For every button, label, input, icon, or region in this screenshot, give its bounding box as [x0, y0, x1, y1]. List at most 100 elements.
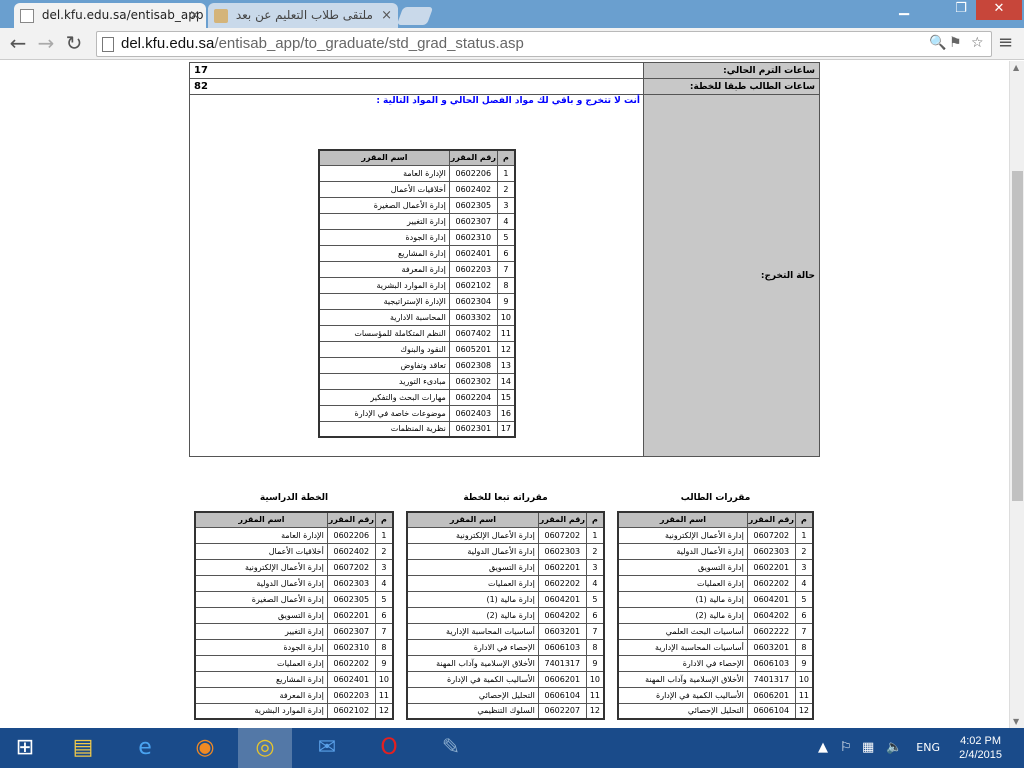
close-window-button[interactable]: ✕: [976, 0, 1022, 20]
row-number: 5: [496, 228, 516, 246]
bookmark-star-icon[interactable]: ☆: [971, 35, 984, 51]
course-code: 0602301: [448, 420, 498, 438]
course-name: إدارة الأعمال الإلكترونية: [194, 558, 328, 576]
address-bar[interactable]: del.kfu.edu.sa/entisab_app/to_graduate/s…: [96, 31, 992, 57]
course-name: الأساليب الكمية في الإدارة: [617, 686, 748, 704]
row-number: 9: [496, 292, 516, 310]
tab-active[interactable]: del.kfu.edu.sa/entisab_app ×: [14, 3, 206, 28]
course-name: أساسيات المحاسبة الإدارية: [617, 638, 748, 656]
action-center-icon[interactable]: ⚐: [840, 740, 852, 755]
row-number: 4: [374, 574, 394, 592]
internet-explorer-icon[interactable]: e: [118, 728, 172, 768]
firefox-icon[interactable]: ◉: [178, 728, 232, 768]
row-number: 14: [496, 372, 516, 390]
row-number: 7: [585, 622, 605, 640]
table-row: 11 0602203 إدارة المعرفة: [194, 686, 394, 704]
new-tab-button[interactable]: [396, 7, 434, 25]
course-code: 0604202: [746, 606, 796, 624]
course-name: أساسيات المحاسبة الإدارية: [406, 622, 539, 640]
page-icon: [20, 8, 34, 23]
table-row: 10 0602401 إدارة المشاريع: [194, 670, 394, 688]
course-name: إدارة المعرفة: [194, 686, 328, 704]
network-icon[interactable]: ▦: [862, 740, 874, 755]
table-row: 5 0604201 إدارة مالية (1): [617, 590, 814, 608]
opera-icon[interactable]: O: [362, 728, 416, 768]
file-explorer-icon[interactable]: ▤: [56, 728, 110, 768]
table-row: 7 0602203 إدارة المعرفة: [318, 260, 516, 278]
outlook-icon[interactable]: ✉: [300, 728, 354, 768]
restore-button[interactable]: ❐: [947, 0, 975, 20]
course-name: التحليل الإحصائي: [406, 686, 539, 704]
course-code: 0602204: [448, 388, 498, 406]
course-code: 0602402: [448, 180, 498, 198]
row-number: 2: [794, 542, 814, 560]
course-name: إدارة العمليات: [406, 574, 539, 592]
table-row: 9 0602304 الإدارة الإستراتيجية: [318, 292, 516, 310]
course-name: إدارة المشاريع: [318, 244, 450, 262]
course-code: 0604201: [537, 590, 587, 608]
course-code: 0602303: [537, 542, 587, 560]
chrome-icon[interactable]: ◎: [238, 728, 292, 768]
course-name: إدارة الأعمال الدولية: [194, 574, 328, 592]
course-code: 0606201: [746, 686, 796, 704]
course-name: السلوك التنظيمي: [406, 702, 539, 720]
course-code: 0602307: [448, 212, 498, 230]
translate-icon[interactable]: ⚑: [949, 35, 962, 51]
course-name: الإدارة العامة: [318, 164, 450, 182]
table-row: 10 0603302 المحاسبة الادارية: [318, 308, 516, 326]
course-code: 0606201: [537, 670, 587, 688]
row-number: 1: [374, 526, 394, 544]
equiv-courses-caption: مقرراته تبعا للخطة: [463, 493, 548, 503]
scrollbar-thumb[interactable]: [1012, 171, 1023, 501]
scroll-down-icon[interactable]: ▼: [1013, 717, 1019, 726]
table-row: 10 7401317 الأخلاق الإسلامية وآداب المهنة: [617, 670, 814, 688]
url-path: /entisab_app/to_graduate/std_grad_status…: [214, 35, 524, 52]
table-row: 3 0607202 إدارة الأعمال الإلكترونية: [194, 558, 394, 576]
course-name: موضوعات خاصة في الإدارة: [318, 404, 450, 422]
row-number: 12: [585, 702, 605, 720]
paint-icon[interactable]: ✎: [424, 728, 478, 768]
course-code: 0602402: [326, 542, 376, 560]
clock[interactable]: 4:02 PM 2/4/2015: [959, 734, 1002, 762]
scroll-up-icon[interactable]: ▲: [1013, 63, 1019, 72]
course-name: إدارة الأعمال الإلكترونية: [406, 526, 539, 544]
course-name: إدارة التسويق: [194, 606, 328, 624]
plan-hours-value: 82: [189, 78, 644, 95]
clock-date: 2/4/2015: [959, 749, 1002, 761]
vertical-scrollbar[interactable]: ▲ ▼: [1009, 61, 1024, 728]
course-code: 0602304: [448, 292, 498, 310]
close-tab-icon[interactable]: ×: [381, 3, 392, 28]
windows-start-icon[interactable]: ⊞: [0, 728, 50, 768]
show-hidden-icons[interactable]: ▲: [818, 740, 828, 755]
reload-icon[interactable]: ↻: [62, 32, 86, 56]
course-name: الأخلاق الإسلامية وآداب المهنة: [617, 670, 748, 688]
course-name: إدارة الأعمال الدولية: [617, 542, 748, 560]
course-code: 0606104: [537, 686, 587, 704]
row-number: 7: [794, 622, 814, 640]
language-indicator[interactable]: ENG: [916, 741, 940, 754]
table-row: 12 0605201 النقود والبنوك: [318, 340, 516, 358]
volume-icon[interactable]: 🔈: [886, 740, 902, 755]
course-name: إدارة التغيير: [318, 212, 450, 230]
close-tab-icon[interactable]: ×: [189, 3, 200, 28]
col-code: رقم المقرر: [537, 511, 587, 528]
minimize-button[interactable]: ▁: [890, 0, 918, 20]
col-name: اسم المقرر: [617, 511, 748, 528]
course-name: النقود والبنوك: [318, 340, 450, 358]
zoom-icon[interactable]: 🔍: [929, 35, 946, 51]
col-num: م: [794, 511, 814, 528]
col-num: م: [585, 511, 605, 528]
menu-icon[interactable]: ≡: [998, 32, 1013, 53]
row-number: 10: [496, 308, 516, 326]
course-name: الأخلاق الإسلامية وآداب المهنة: [406, 654, 539, 672]
tab-forum[interactable]: ملتقى طلاب التعليم عن بعد ×: [208, 3, 398, 28]
table-row: 8 0602310 إدارة الجودة: [194, 638, 394, 656]
back-icon[interactable]: ←: [6, 32, 30, 56]
course-name: الإحصاء في الادارة: [406, 638, 539, 656]
row-number: 8: [496, 276, 516, 294]
course-name: الإدارة الإستراتيجية: [318, 292, 450, 310]
url-text[interactable]: del.kfu.edu.sa/entisab_app/to_graduate/s…: [121, 34, 524, 54]
col-num: م: [374, 511, 394, 528]
table-row: 3 0602201 إدارة التسويق: [617, 558, 814, 576]
forward-icon[interactable]: →: [34, 32, 58, 56]
